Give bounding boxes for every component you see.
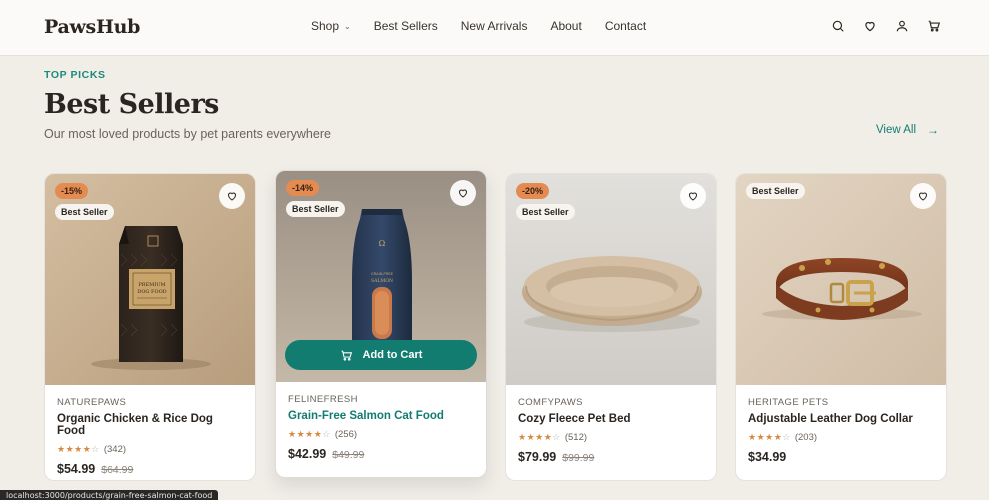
product-old-price: $49.99 bbox=[332, 449, 365, 461]
product-name[interactable]: Grain-Free Salmon Cat Food bbox=[288, 410, 474, 422]
wishlist-button[interactable] bbox=[910, 183, 936, 209]
nav-contact[interactable]: Contact bbox=[605, 19, 646, 33]
product-prices: $79.99 $99.99 bbox=[518, 450, 704, 464]
product-rating: ★★★★☆ (203) bbox=[748, 432, 934, 443]
star-rating-icon: ★★★★☆ bbox=[748, 432, 791, 442]
section-subtitle: Our most loved products by pet parents e… bbox=[44, 127, 331, 141]
svg-text:SALMON: SALMON bbox=[371, 278, 393, 284]
product-brand: COMFYPAWS bbox=[518, 397, 583, 408]
bag-label-text: GRAIN-FREE bbox=[371, 272, 394, 276]
main-nav: Shop ⌄ Best Sellers New Arrivals About Co… bbox=[311, 19, 669, 33]
status-bar-url: localhost:3000/products/grain-free-salmo… bbox=[0, 490, 219, 500]
section-title: Best Sellers bbox=[44, 89, 219, 120]
star-rating-icon: ★★★★☆ bbox=[288, 429, 331, 439]
heart-icon bbox=[227, 192, 237, 201]
product-info: NATUREPAWS Organic Chicken & Rice Dog Fo… bbox=[45, 385, 255, 480]
add-to-cart-button[interactable]: Add to Cart bbox=[285, 340, 477, 370]
wishlist-button[interactable] bbox=[219, 183, 245, 209]
section-eyebrow: TOP PICKS bbox=[44, 69, 106, 81]
wishlist-button[interactable] bbox=[450, 180, 476, 206]
site-logo[interactable]: PawsHub bbox=[44, 16, 140, 38]
product-image[interactable]: Ω GRAIN-FREE SALMON -14% Best Seller Add… bbox=[276, 171, 486, 382]
product-price: $42.99 bbox=[288, 447, 327, 461]
cart-icon[interactable] bbox=[926, 18, 942, 34]
product-price: $34.99 bbox=[748, 450, 787, 464]
cart-icon bbox=[341, 350, 352, 361]
view-all-label: View All bbox=[875, 124, 916, 136]
user-icon[interactable] bbox=[894, 18, 910, 34]
product-image[interactable]: PREMIUM DOG FOOD -15% Best Seller bbox=[45, 174, 255, 385]
nav-shop-label: Shop bbox=[311, 19, 340, 33]
header-actions bbox=[814, 18, 942, 34]
discount-badge: -14% bbox=[286, 180, 320, 196]
arrow-right-icon: → bbox=[927, 123, 939, 137]
svg-text:Ω: Ω bbox=[379, 239, 386, 248]
discount-badge: -15% bbox=[55, 183, 89, 199]
add-to-cart-label: Add to Cart bbox=[362, 349, 423, 361]
discount-badge: -20% bbox=[516, 183, 550, 199]
review-count: (203) bbox=[794, 432, 818, 443]
wishlist-button[interactable] bbox=[680, 183, 706, 209]
product-rating: ★★★★☆ (512) bbox=[518, 432, 704, 443]
product-brand: FELINEFRESH bbox=[288, 394, 358, 405]
product-old-price: $99.99 bbox=[562, 452, 595, 464]
nav-best-sellers[interactable]: Best Sellers bbox=[374, 19, 438, 33]
svg-text:DOG FOOD: DOG FOOD bbox=[137, 289, 166, 295]
bag-label-text: PREMIUM bbox=[138, 282, 165, 288]
best-seller-badge: Best Seller bbox=[55, 204, 114, 220]
product-name[interactable]: Adjustable Leather Dog Collar bbox=[748, 413, 934, 425]
product-card[interactable]: Best Seller HERITAGE PETS Adjustable Lea… bbox=[735, 173, 947, 481]
site-header: PawsHub Shop ⌄ Best Sellers New Arrivals … bbox=[0, 0, 989, 56]
review-count: (512) bbox=[564, 432, 588, 443]
product-info: COMFYPAWS Cozy Fleece Pet Bed ★★★★☆ (512… bbox=[506, 385, 716, 480]
best-seller-badge: Best Seller bbox=[746, 183, 805, 199]
nav-about[interactable]: About bbox=[550, 19, 581, 33]
product-price: $54.99 bbox=[57, 462, 96, 476]
heart-icon bbox=[688, 192, 698, 201]
product-brand: NATUREPAWS bbox=[57, 397, 127, 408]
best-seller-badge: Best Seller bbox=[286, 201, 345, 217]
nav-shop[interactable]: Shop ⌄ bbox=[311, 19, 351, 33]
product-card[interactable]: PREMIUM DOG FOOD -15% Best Seller NATURE… bbox=[44, 173, 256, 481]
product-name[interactable]: Organic Chicken & Rice Dog Food bbox=[57, 413, 243, 437]
product-rating: ★★★★☆ (342) bbox=[57, 444, 243, 455]
view-all-link[interactable]: View All → bbox=[876, 123, 939, 137]
product-image[interactable]: Best Seller bbox=[736, 174, 946, 385]
product-brand: HERITAGE PETS bbox=[748, 397, 829, 408]
product-name[interactable]: Cozy Fleece Pet Bed bbox=[518, 413, 704, 425]
review-count: (342) bbox=[103, 444, 127, 455]
product-rating: ★★★★☆ (256) bbox=[288, 429, 474, 440]
product-prices: $54.99 $64.99 bbox=[57, 462, 243, 476]
product-info: FELINEFRESH Grain-Free Salmon Cat Food ★… bbox=[276, 382, 486, 477]
heart-icon bbox=[458, 189, 468, 198]
star-rating-icon: ★★★★☆ bbox=[518, 432, 561, 442]
product-price: $79.99 bbox=[518, 450, 557, 464]
product-old-price: $64.99 bbox=[101, 464, 134, 476]
heart-icon bbox=[918, 192, 928, 201]
review-count: (256) bbox=[334, 429, 358, 440]
product-prices: $34.99 bbox=[748, 450, 934, 464]
heart-icon[interactable] bbox=[862, 18, 878, 34]
best-seller-badge: Best Seller bbox=[516, 204, 575, 220]
product-info: HERITAGE PETS Adjustable Leather Dog Col… bbox=[736, 385, 946, 480]
star-rating-icon: ★★★★☆ bbox=[57, 444, 100, 454]
product-prices: $42.99 $49.99 bbox=[288, 447, 474, 461]
product-card[interactable]: -20% Best Seller COMFYPAWS Cozy Fleece P… bbox=[505, 173, 717, 481]
search-icon[interactable] bbox=[830, 18, 846, 34]
product-card[interactable]: Ω GRAIN-FREE SALMON -14% Best Seller Add… bbox=[275, 170, 487, 478]
nav-new-arrivals[interactable]: New Arrivals bbox=[461, 19, 528, 33]
product-image[interactable]: -20% Best Seller bbox=[506, 174, 716, 385]
chevron-down-icon: ⌄ bbox=[344, 21, 351, 31]
